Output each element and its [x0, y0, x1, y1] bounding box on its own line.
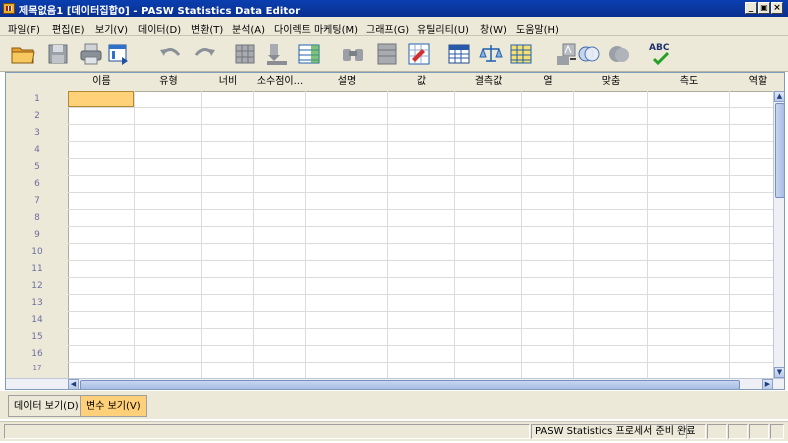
row-header[interactable]: 15: [6, 329, 69, 347]
selected-cell[interactable]: [68, 91, 134, 107]
tab-data-view[interactable]: 데이터 보기(D): [8, 395, 85, 417]
select-cases-icon[interactable]: [508, 41, 534, 67]
recall-dialog-icon[interactable]: [106, 41, 132, 67]
menu-view[interactable]: 보기(V): [95, 21, 128, 36]
menu-transform[interactable]: 변환(T): [191, 21, 223, 36]
row-header[interactable]: 17: [6, 363, 69, 379]
menu-direct-marketing[interactable]: 다이렉트 마케팅(M): [274, 21, 358, 36]
column-header-missing[interactable]: 결측값: [455, 73, 523, 92]
column-header-label[interactable]: 설명: [306, 73, 389, 92]
undo-icon[interactable]: [157, 41, 183, 67]
row-header[interactable]: 13: [6, 295, 69, 313]
row-header[interactable]: 7: [6, 193, 69, 211]
column-header-width[interactable]: 너비: [202, 73, 255, 92]
row-header[interactable]: 5: [6, 159, 69, 177]
print-icon[interactable]: [78, 41, 104, 67]
status-panel: [686, 424, 706, 439]
horizontal-scrollbar[interactable]: ◀ ▶: [6, 378, 784, 389]
insert-cases-icon[interactable]: [374, 41, 400, 67]
menu-utilities[interactable]: 유틸리티(U): [417, 21, 469, 36]
scroll-left-button[interactable]: ◀: [68, 379, 79, 389]
column-header-decimals[interactable]: 소수점이...: [254, 73, 307, 92]
restore-button[interactable]: ▣: [758, 2, 770, 14]
status-bar: PASW Statistics 프로세서 준비 완료: [0, 421, 788, 441]
weight-cases-icon[interactable]: [478, 41, 504, 67]
status-panel: [728, 424, 748, 439]
menu-graphs[interactable]: 그래프(G): [366, 21, 409, 36]
row-header[interactable]: 4: [6, 142, 69, 160]
column-header-measure[interactable]: 측도: [648, 73, 731, 92]
corner-header[interactable]: [6, 73, 69, 92]
view-tabs: 데이터 보기(D) 변수 보기(V): [0, 391, 788, 419]
status-text: PASW Statistics 프로세서 준비 완료: [531, 424, 696, 439]
minimize-button[interactable]: _: [745, 2, 757, 14]
row-header[interactable]: 8: [6, 210, 69, 228]
vertical-scroll-thumb[interactable]: [775, 103, 784, 198]
row-header[interactable]: 2: [6, 108, 69, 126]
close-button[interactable]: ×: [771, 2, 783, 14]
toolbar: ABC: [0, 36, 788, 72]
row-header[interactable]: 10: [6, 244, 69, 262]
column-header-values[interactable]: 값: [388, 73, 456, 92]
menu-edit[interactable]: 편집(E): [52, 21, 85, 36]
menu-data[interactable]: 데이터(D): [138, 21, 181, 36]
column-header-name[interactable]: 이름: [68, 73, 136, 92]
use-sets-icon[interactable]: [576, 41, 602, 67]
goto-case-icon[interactable]: [232, 41, 258, 67]
status-panel: [749, 424, 769, 439]
tab-variable-view[interactable]: 변수 보기(V): [80, 395, 147, 417]
status-panel-main: [4, 424, 530, 439]
scroll-up-button[interactable]: ▲: [774, 91, 784, 102]
menu-window[interactable]: 창(W): [480, 21, 507, 36]
save-icon[interactable]: [45, 41, 71, 67]
column-header-align[interactable]: 맞춤: [574, 73, 649, 92]
status-panel: [770, 424, 784, 439]
status-panel: [707, 424, 727, 439]
insert-variable-icon[interactable]: [406, 41, 432, 67]
scroll-right-button[interactable]: ▶: [762, 379, 773, 389]
show-all-icon[interactable]: [606, 41, 632, 67]
redo-icon[interactable]: [192, 41, 218, 67]
column-header-columns[interactable]: 열: [522, 73, 575, 92]
goto-variable-icon[interactable]: [264, 41, 290, 67]
row-header[interactable]: 16: [6, 346, 69, 364]
check-mark-icon: [652, 51, 670, 66]
horizontal-scroll-thumb[interactable]: [80, 380, 740, 389]
find-icon[interactable]: [340, 41, 366, 67]
menu-analyze[interactable]: 분석(A): [232, 21, 265, 36]
row-header[interactable]: 12: [6, 278, 69, 296]
menu-help[interactable]: 도움말(H): [516, 21, 559, 36]
open-folder-icon[interactable]: [10, 41, 36, 67]
scroll-down-button[interactable]: ▼: [774, 367, 784, 378]
spell-check-icon[interactable]: ABC: [648, 41, 674, 67]
split-file-icon[interactable]: [446, 41, 472, 67]
row-header[interactable]: 11: [6, 261, 69, 279]
column-header-type[interactable]: 유형: [135, 73, 203, 92]
variables-icon[interactable]: [296, 41, 322, 67]
row-header[interactable]: 9: [6, 227, 69, 245]
column-header-role[interactable]: 역할: [730, 73, 784, 92]
menu-file[interactable]: 파일(F): [8, 21, 40, 36]
app-icon: [3, 3, 15, 14]
row-header[interactable]: 1: [6, 91, 69, 109]
menu-bar: 파일(F) 편집(E) 보기(V) 데이터(D) 변환(T) 분석(A) 다이렉…: [0, 17, 788, 36]
variable-grid[interactable]: 이름 유형 너비 소수점이... 설명 값 결측값 열 맞춤 측도 역할 1 2…: [5, 72, 785, 390]
vertical-scrollbar[interactable]: ▲ ▼: [773, 91, 784, 379]
row-header[interactable]: 3: [6, 125, 69, 143]
title-bar: 제목없음1 [데이터집합0] - PASW Statistics Data Ed…: [0, 0, 788, 17]
window-title: 제목없음1 [데이터집합0] - PASW Statistics Data Ed…: [19, 6, 301, 17]
row-header[interactable]: 14: [6, 312, 69, 330]
row-header[interactable]: 6: [6, 176, 69, 194]
